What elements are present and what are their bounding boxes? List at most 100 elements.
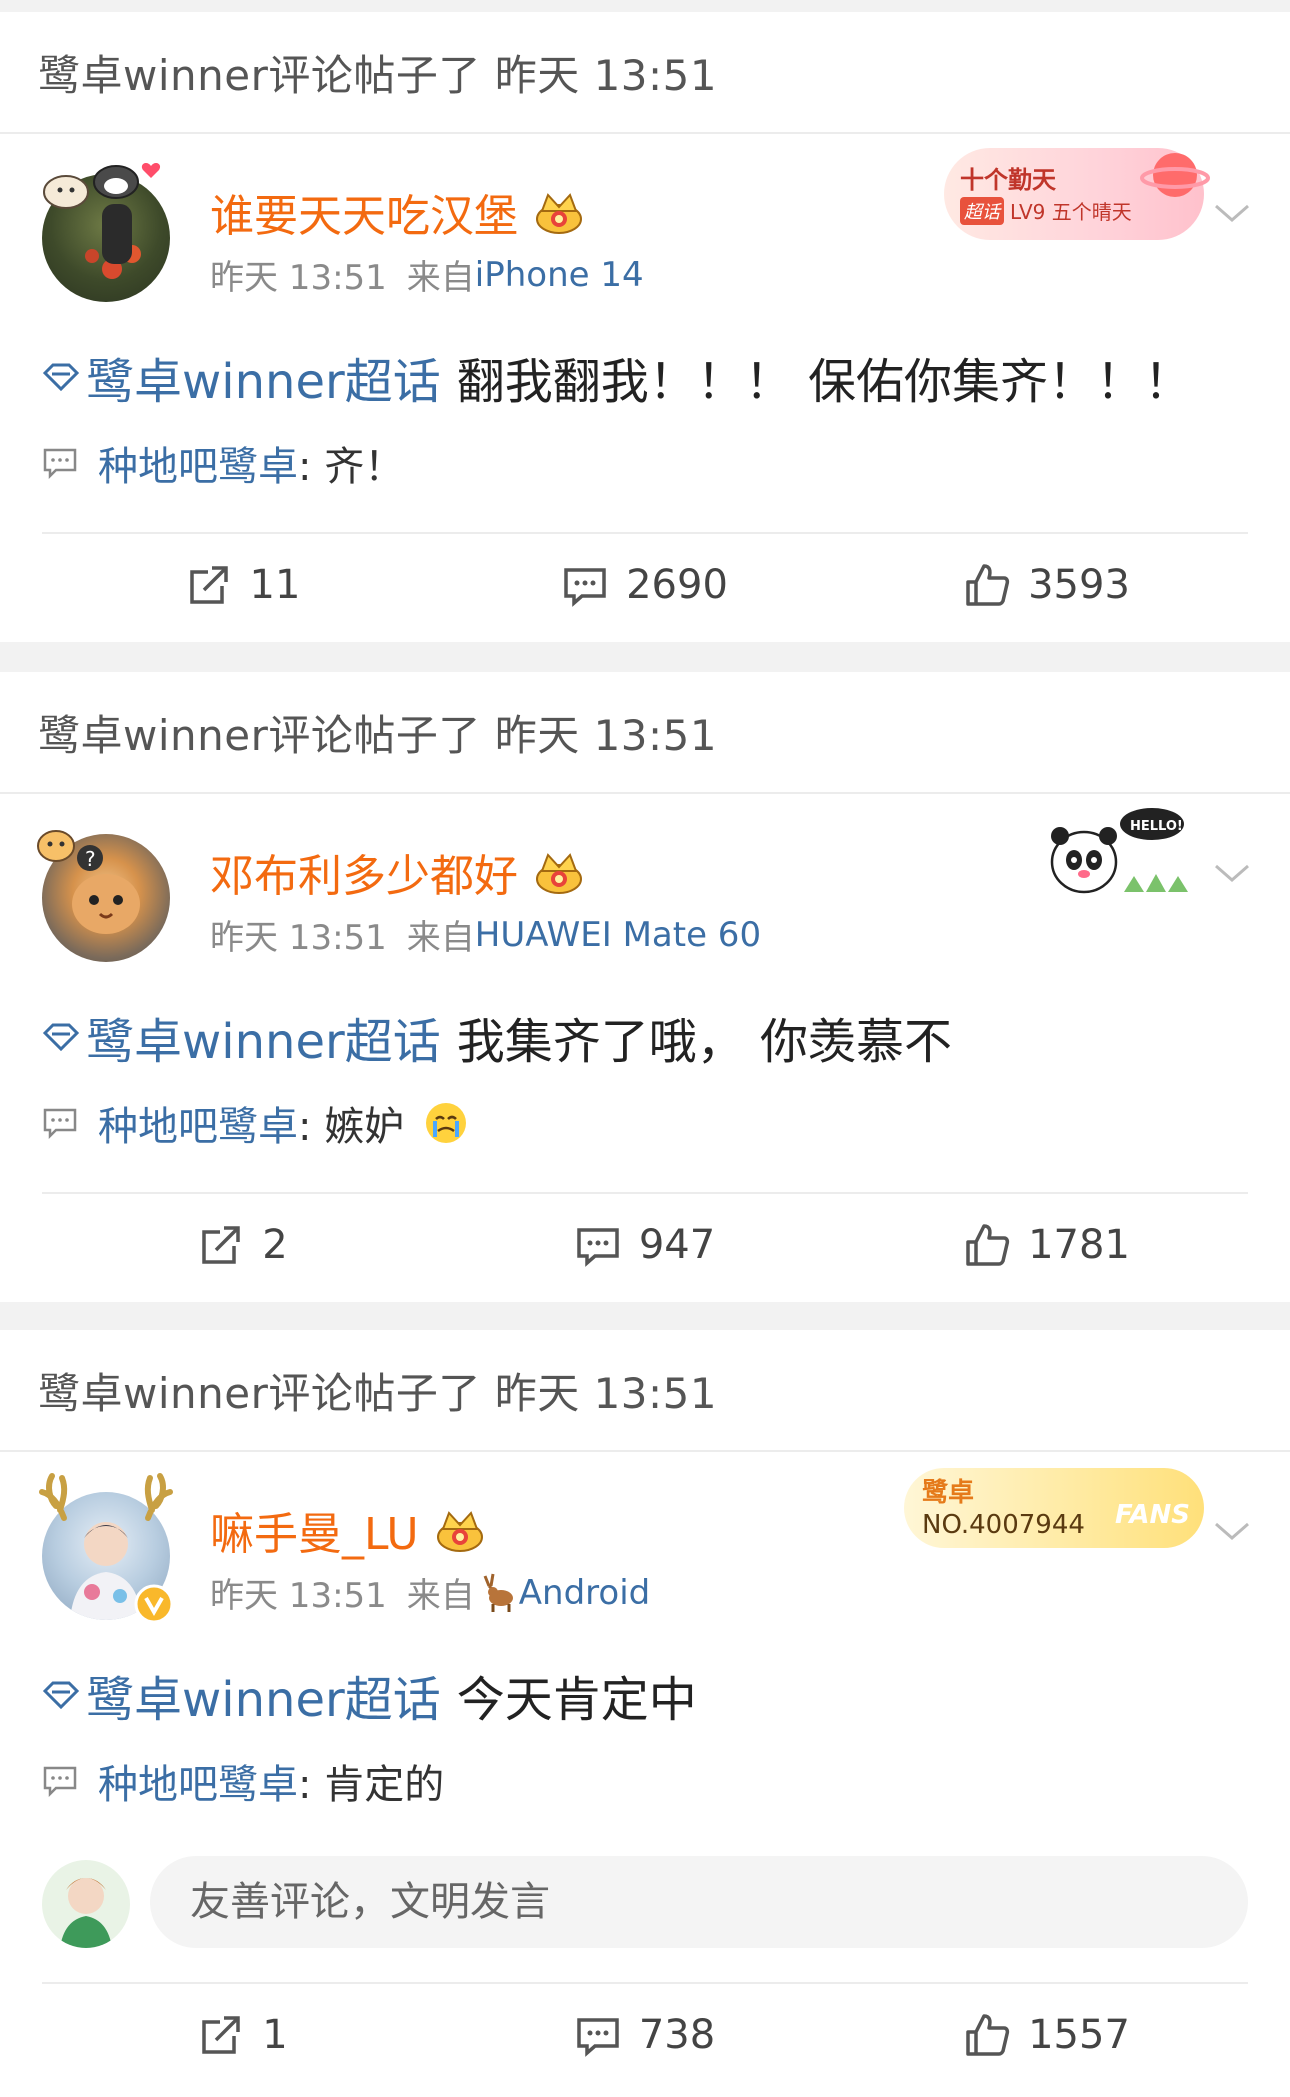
- post-time: 昨天 13:51: [210, 1576, 387, 1616]
- reply-username[interactable]: 种地吧鹭卓: [98, 1104, 298, 1150]
- badge-hello-text: HELLO!: [1130, 819, 1183, 834]
- reply-text: : 肯定的: [298, 1762, 445, 1808]
- like-count: 3593: [1028, 562, 1130, 608]
- topic-diamond-icon: [42, 363, 80, 392]
- reply-bubble-icon: [43, 448, 77, 480]
- topic-text[interactable]: 鹭卓winner超话: [86, 1002, 441, 1072]
- username-text[interactable]: 谁要天天吃汉堡: [210, 180, 518, 244]
- fan-badge[interactable]: 鹭卓 NO.4007944 FANS: [904, 1468, 1204, 1548]
- topic-link[interactable]: 鹭卓winner超话: [42, 1660, 441, 1730]
- planet-icon: [1140, 153, 1210, 197]
- topic-diamond-icon: [42, 1681, 80, 1710]
- action-bar: 1 738 1557: [42, 1982, 1248, 2086]
- comment-input[interactable]: [150, 1856, 1248, 1948]
- top-reply[interactable]: 种地吧鹭卓: 肯定的: [42, 1752, 444, 1810]
- topic-text[interactable]: 鹭卓winner超话: [86, 342, 441, 412]
- user-row: 谁要天天吃汉堡 昨天 13:51 来自 iPhone 14 十个勤天 超话 LV…: [0, 134, 1290, 314]
- repost-button[interactable]: 2: [42, 1194, 444, 1296]
- repost-button[interactable]: 11: [42, 534, 444, 636]
- badge-fans-text: FANS: [1114, 1500, 1190, 1530]
- chevron-down-icon[interactable]: [1212, 1510, 1252, 1550]
- post-header: 鹭卓winner评论帖子了 昨天 13:51: [0, 672, 1290, 794]
- like-icon: [966, 564, 1010, 606]
- avatar-pendant-icon: ?: [37, 830, 103, 871]
- chevron-down-icon[interactable]: [1212, 852, 1252, 892]
- current-user-avatar[interactable]: [42, 1860, 130, 1948]
- post-card: 鹭卓winner评论帖子了 昨天 13:51 谁要天天吃汉堡 昨天 13:51 …: [0, 12, 1290, 642]
- avatar[interactable]: [39, 1473, 174, 1624]
- like-count: 1781: [1028, 1222, 1130, 1268]
- from-prefix: 来自: [406, 918, 475, 958]
- badge-level: LV9 五个晴天: [1010, 200, 1132, 224]
- top-reply[interactable]: 种地吧鹭卓: 齐！: [42, 434, 404, 492]
- repost-icon: [202, 1226, 241, 1264]
- comment-count: 947: [638, 1222, 716, 1268]
- crown-icon: [436, 1511, 483, 1552]
- username-text[interactable]: 邓布利多少都好: [210, 840, 518, 904]
- repost-icon: [189, 566, 228, 604]
- fan-badge[interactable]: HELLO!: [1044, 802, 1204, 902]
- like-button[interactable]: 1557: [846, 1984, 1248, 2086]
- reply-bubble-icon: [43, 1108, 77, 1140]
- post-time: 昨天 13:51: [210, 918, 387, 958]
- post-meta: 昨天 13:51 来自 HUAWEI Mate 60: [210, 910, 761, 959]
- top-reply[interactable]: 种地吧鹭卓: 嫉妒: [42, 1094, 468, 1152]
- comment-icon: [577, 2018, 619, 2057]
- comment-button[interactable]: 947: [444, 1194, 846, 1296]
- post-header: 鹭卓winner评论帖子了 昨天 13:51: [0, 12, 1290, 134]
- like-count: 1557: [1028, 2012, 1130, 2058]
- repost-count: 1: [262, 2012, 288, 2058]
- fan-badge[interactable]: 十个勤天 超话 LV9 五个晴天: [944, 148, 1210, 240]
- reply-bubble-icon: [43, 1766, 77, 1798]
- avatar[interactable]: ?: [37, 830, 170, 962]
- crown-icon: [536, 853, 582, 894]
- comment-button[interactable]: 2690: [444, 534, 846, 636]
- reply-username[interactable]: 种地吧鹭卓: [98, 444, 298, 490]
- reply-text: : 齐！: [298, 444, 405, 490]
- repost-button[interactable]: 1: [42, 1984, 444, 2086]
- post-source[interactable]: Android: [519, 1573, 650, 1613]
- user-row: 嘛手曼_LU 昨天 13:51 来自 Android 鹭卓 NO.4007944…: [0, 1452, 1290, 1632]
- panda-hello-icon: HELLO!: [1050, 808, 1188, 894]
- post-time: 昨天 13:51: [210, 258, 387, 298]
- like-button[interactable]: 1781: [846, 1194, 1248, 1296]
- username-text[interactable]: 嘛手曼_LU: [210, 1498, 419, 1562]
- post-source[interactable]: iPhone 14: [475, 255, 644, 295]
- crying-emoji-icon: [426, 1103, 467, 1143]
- comment-count: 738: [638, 2012, 716, 2058]
- topic-link[interactable]: 鹭卓winner超话: [42, 1002, 441, 1072]
- like-icon: [966, 2014, 1010, 2056]
- comment-icon: [577, 1228, 619, 1267]
- action-bar: 11 2690 3593: [42, 532, 1248, 636]
- username[interactable]: 嘛手曼_LU: [210, 1498, 487, 1562]
- comment-button[interactable]: 738: [444, 1984, 846, 2086]
- username[interactable]: 邓布利多少都好: [210, 840, 586, 904]
- like-icon: [966, 1224, 1010, 1266]
- reply-username[interactable]: 种地吧鹭卓: [98, 1762, 298, 1808]
- username[interactable]: 谁要天天吃汉堡: [210, 180, 586, 244]
- topic-text[interactable]: 鹭卓winner超话: [86, 1660, 441, 1730]
- avatar-pendant-icon: [43, 163, 161, 209]
- svg-text:?: ?: [85, 847, 96, 871]
- comment-composer: [42, 1856, 1248, 1952]
- antler-pendant-icon: [39, 1473, 173, 1521]
- post-header: 鹭卓winner评论帖子了 昨天 13:51: [0, 1330, 1290, 1452]
- comment-icon: [564, 568, 606, 607]
- action-bar: 2 947 1781: [42, 1192, 1248, 1296]
- post-source[interactable]: HUAWEI Mate 60: [475, 915, 761, 955]
- chevron-down-icon[interactable]: [1212, 192, 1252, 232]
- from-prefix: 来自: [406, 258, 475, 298]
- deer-icon: [483, 1573, 513, 1612]
- badge-title: 鹭卓: [922, 1478, 975, 1508]
- avatar[interactable]: [42, 163, 170, 302]
- topic-link[interactable]: 鹭卓winner超话: [42, 342, 441, 412]
- post-meta: 昨天 13:51 来自 Android: [210, 1568, 650, 1617]
- post-text: 翻我翻我！！！ 保佑你集齐！！！: [456, 354, 1192, 410]
- post-content: 鹭卓winner超话 我集齐了哦， 你羡慕不: [42, 1002, 952, 1072]
- like-button[interactable]: 3593: [846, 534, 1248, 636]
- post-content: 鹭卓winner超话 翻我翻我！！！ 保佑你集齐！！！: [42, 342, 1192, 412]
- badge-title: 十个勤天: [960, 166, 1056, 194]
- post-meta: 昨天 13:51 来自 iPhone 14: [210, 250, 644, 299]
- badge-tag: 超话: [960, 196, 1004, 225]
- crown-icon: [536, 193, 582, 234]
